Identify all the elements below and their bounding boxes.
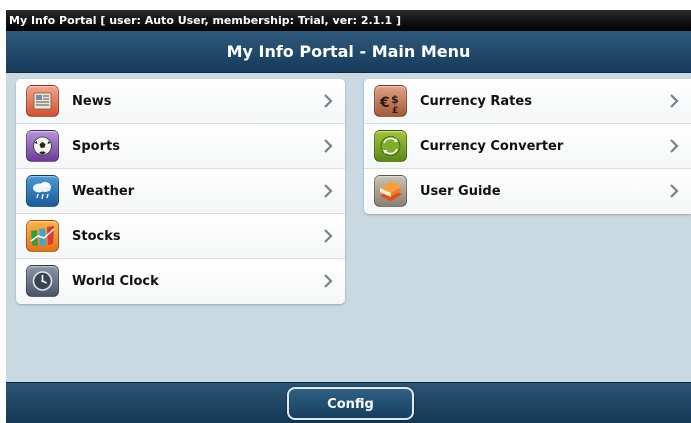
bottom-bar: Config [6, 382, 691, 423]
menu-item-currency-converter[interactable]: Currency Converter [364, 124, 691, 169]
svg-text:$: $ [391, 93, 399, 106]
menu-item-weather[interactable]: Weather [16, 169, 345, 214]
menu-item-stocks[interactable]: Stocks [16, 214, 345, 259]
chevron-right-icon [670, 184, 679, 198]
menu-item-label: Weather [72, 184, 135, 199]
chevron-right-icon [324, 229, 333, 243]
menu-item-label: Currency Converter [420, 139, 564, 154]
right-menu-panel: € $ £ Currency Rates Currency Converter Us… [364, 79, 691, 214]
rain-cloud-icon [26, 175, 59, 207]
chevron-right-icon [324, 274, 333, 288]
book-icon [374, 175, 407, 207]
menu-item-label: Sports [72, 139, 120, 154]
menu-item-world-clock[interactable]: World Clock [16, 259, 345, 304]
menu-item-label: Stocks [72, 229, 121, 244]
currency-symbols-icon: € $ £ [374, 85, 407, 117]
page-title: My Info Portal - Main Menu [226, 42, 471, 61]
currency-exchange-icon [374, 130, 407, 162]
chevron-right-icon [324, 139, 333, 153]
soccer-ball-icon [26, 130, 59, 162]
menu-item-label: User Guide [420, 184, 501, 199]
chevron-right-icon [670, 139, 679, 153]
menu-item-sports[interactable]: Sports [16, 124, 345, 169]
chevron-right-icon [324, 184, 333, 198]
left-menu-panel: News Sports Weather Stocks World Clock [16, 79, 345, 304]
clock-icon [26, 265, 59, 297]
menu-item-currency-rates[interactable]: € $ £ Currency Rates [364, 79, 691, 124]
status-bar: My Info Portal [ user: Auto User, member… [6, 10, 691, 31]
app-screen: My Info Portal [ user: Auto User, member… [6, 10, 691, 423]
title-bar: My Info Portal - Main Menu [6, 31, 691, 73]
menu-item-label: World Clock [72, 274, 159, 289]
newspaper-icon [26, 85, 59, 117]
status-bar-text: My Info Portal [ user: Auto User, member… [9, 14, 402, 27]
config-button[interactable]: Config [287, 387, 414, 420]
chevron-right-icon [324, 94, 333, 108]
menu-item-label: Currency Rates [420, 94, 532, 109]
menu-item-label: News [72, 94, 112, 109]
svg-text:€: € [379, 95, 390, 111]
chevron-right-icon [670, 94, 679, 108]
menu-item-news[interactable]: News [16, 79, 345, 124]
svg-text:£: £ [392, 106, 398, 116]
stocks-chart-icon [26, 220, 59, 252]
menu-item-user-guide[interactable]: User Guide [364, 169, 691, 214]
